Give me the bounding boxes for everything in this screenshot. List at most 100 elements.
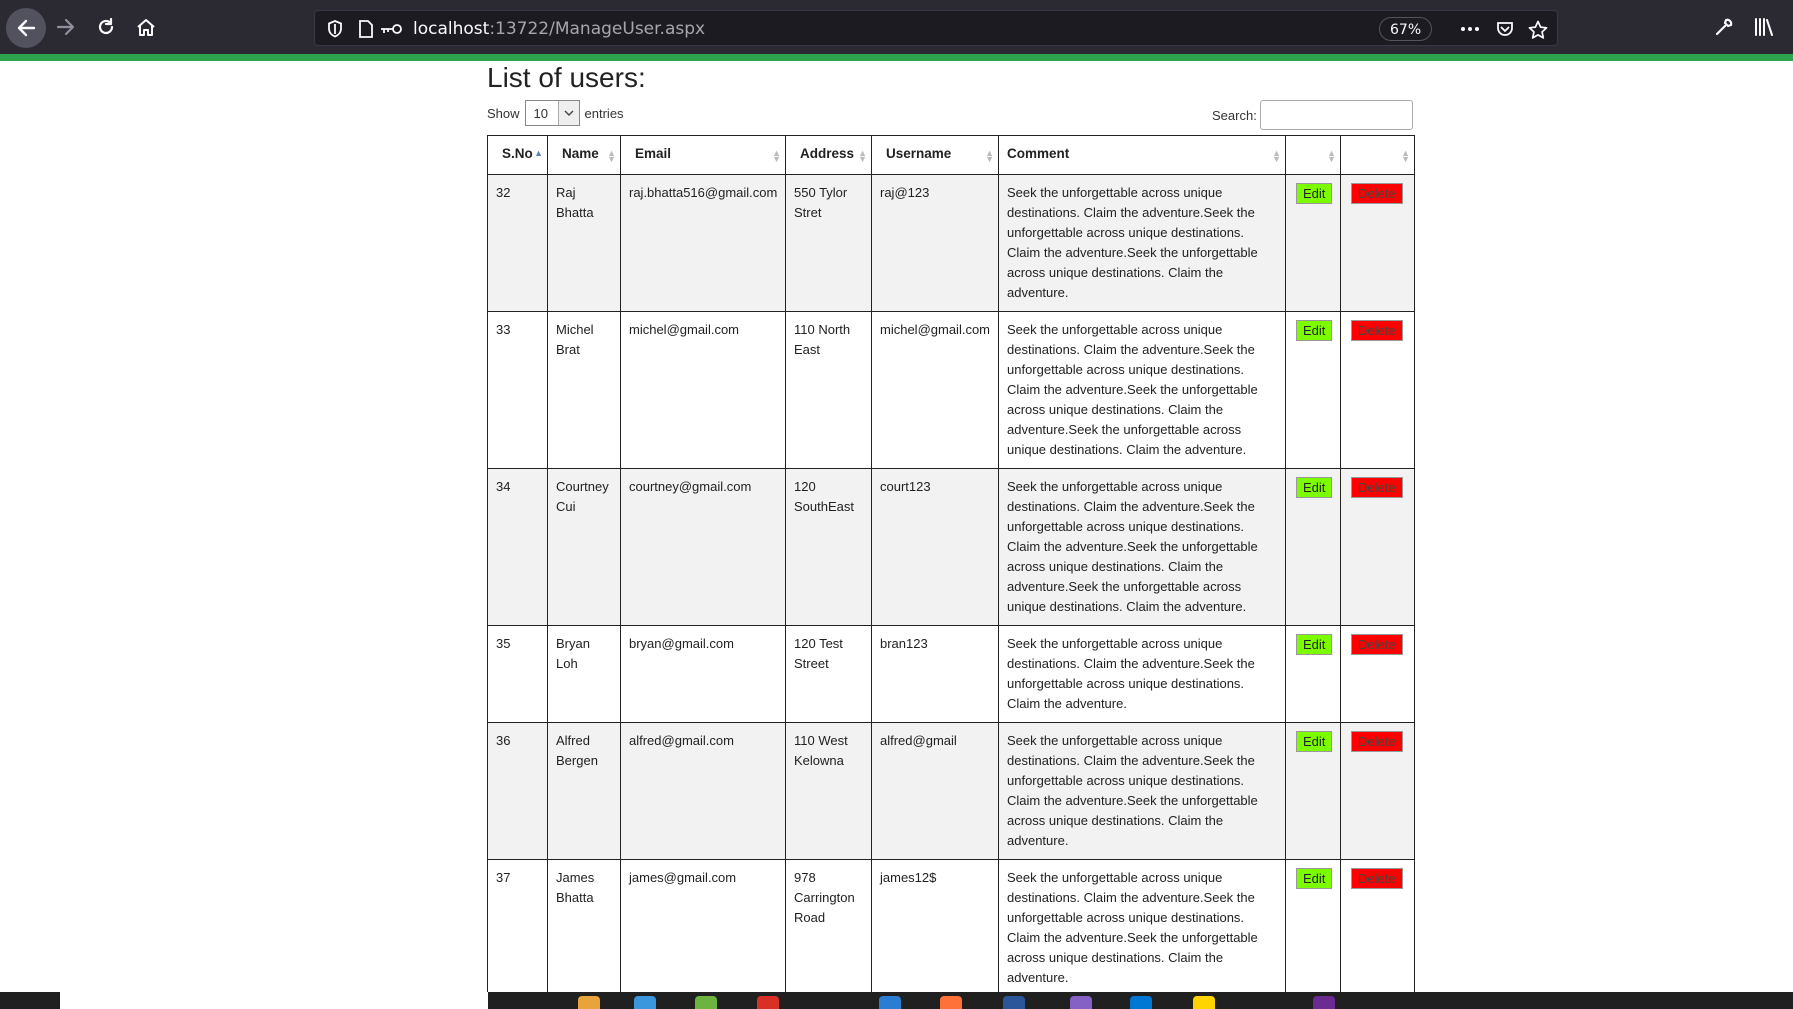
edit-button[interactable]: Edit (1296, 634, 1333, 655)
page-icon[interactable] (357, 19, 375, 39)
edit-button[interactable]: Edit (1296, 868, 1333, 889)
visual-studio-icon[interactable] (1070, 996, 1092, 1009)
reload-icon (98, 17, 114, 35)
edit-button[interactable]: Edit (1296, 731, 1333, 752)
os-taskbar (0, 992, 1793, 1009)
wrench-icon (1715, 18, 1733, 36)
cell-username: court123 (871, 468, 999, 626)
cell-edit: Edit (1285, 859, 1341, 997)
firefox-icon[interactable] (940, 996, 962, 1009)
forward-button[interactable] (48, 9, 84, 45)
edit-button[interactable]: Edit (1296, 320, 1333, 341)
more-icon[interactable] (1459, 21, 1481, 37)
delete-button[interactable]: Delete (1351, 183, 1403, 204)
table-row: 33 Michel Brat michel@gmail.com 110 Nort… (487, 311, 1415, 469)
edit-button[interactable]: Edit (1296, 477, 1333, 498)
length-label-after: entries (584, 105, 624, 121)
app-icon[interactable] (1130, 996, 1152, 1009)
file-explorer-icon[interactable] (578, 996, 600, 1009)
cell-email: james@gmail.com (620, 859, 786, 997)
search-input[interactable] (1259, 100, 1413, 130)
cell-comment: Seek the unforgettable across unique des… (998, 468, 1286, 626)
cell-sno: 37 (487, 859, 548, 997)
entries-select-value: 10 (533, 106, 548, 121)
column-header-name[interactable]: Name ▲ ▼ (547, 135, 621, 175)
cell-sno: 33 (487, 311, 548, 469)
delete-button[interactable]: Delete (1351, 320, 1403, 341)
entries-select[interactable]: 10 (524, 100, 580, 126)
app-icon[interactable] (634, 996, 656, 1009)
cell-email: bryan@gmail.com (620, 625, 786, 723)
cell-name: Alfred Bergen (547, 722, 621, 860)
delete-button[interactable]: Delete (1351, 868, 1403, 889)
column-header-address[interactable]: Address ▲ ▼ (785, 135, 872, 175)
cell-edit: Edit (1285, 625, 1341, 723)
url-text[interactable]: localhost:13722/ManageUser.aspx (413, 19, 705, 39)
address-bar[interactable]: localhost:13722/ManageUser.aspx 67% (314, 10, 1558, 46)
cell-name: Michel Brat (547, 311, 621, 469)
app-icon[interactable] (1313, 996, 1335, 1009)
table-row: 32 Raj Bhatta raj.bhatta516@gmail.com 55… (487, 174, 1415, 312)
column-header-edit[interactable]: ▲ ▼ (1285, 135, 1341, 175)
cell-name: James Bhatta (547, 859, 621, 997)
column-header-delete[interactable]: ▲ ▼ (1340, 135, 1415, 175)
reload-button[interactable] (88, 9, 124, 45)
cell-sno: 36 (487, 722, 548, 860)
shield-icon[interactable] (325, 19, 345, 39)
app-icon[interactable] (1193, 996, 1215, 1009)
cell-name: Bryan Loh (547, 625, 621, 723)
cell-comment: Seek the unforgettable across unique des… (998, 625, 1286, 723)
star-icon[interactable] (1527, 19, 1549, 41)
cell-address: 120 SouthEast (785, 468, 872, 626)
cell-edit: Edit (1285, 174, 1341, 312)
cell-name: Raj Bhatta (547, 174, 621, 312)
forward-icon (56, 18, 75, 36)
column-header-email[interactable]: Email ▲ ▼ (620, 135, 786, 175)
chevron-down-icon (557, 101, 579, 125)
zoom-badge[interactable]: 67% (1379, 17, 1433, 41)
column-header-comment[interactable]: Comment ▲ ▼ (998, 135, 1286, 175)
back-button[interactable] (6, 8, 46, 48)
tools-button[interactable] (1706, 9, 1742, 45)
delete-button[interactable]: Delete (1351, 477, 1403, 498)
cell-address: 550 Tylor Stret (785, 174, 872, 312)
home-icon (137, 19, 155, 36)
sort-icon: ▲ ▼ (1401, 148, 1410, 164)
home-button[interactable] (128, 9, 164, 45)
cell-address: 110 West Kelowna (785, 722, 872, 860)
column-header-username[interactable]: Username ▲ ▼ (871, 135, 999, 175)
delete-button[interactable]: Delete (1351, 731, 1403, 752)
app-icon[interactable] (1003, 996, 1025, 1009)
library-button[interactable] (1747, 9, 1783, 45)
back-icon (17, 19, 36, 37)
app-icon[interactable] (879, 996, 901, 1009)
column-header-sno[interactable]: S.No ▲ (487, 135, 548, 175)
app-icon[interactable] (695, 996, 717, 1009)
cell-delete: Delete (1340, 859, 1415, 997)
sort-ascending-icon: ▲ (534, 148, 543, 158)
cell-comment: Seek the unforgettable across unique des… (998, 722, 1286, 860)
delete-button[interactable]: Delete (1351, 634, 1403, 655)
cell-sno: 34 (487, 468, 548, 626)
table-row: 35 Bryan Loh bryan@gmail.com 120 Test St… (487, 625, 1415, 723)
users-table: S.No ▲ Name ▲ ▼ Email ▲ ▼ Address ▲ ▼ Username ▲… (487, 135, 1415, 997)
table-row: 36 Alfred Bergen alfred@gmail.com 110 We… (487, 722, 1415, 860)
url-path: :13722/ManageUser.aspx (489, 19, 706, 39)
search-label: Search: (1212, 107, 1257, 123)
length-label-before: Show (487, 105, 520, 121)
cell-edit: Edit (1285, 722, 1341, 860)
key-icon[interactable] (379, 21, 403, 37)
sort-icon: ▲ ▼ (858, 148, 867, 164)
cell-name: Courtney Cui (547, 468, 621, 626)
app-icon[interactable] (757, 996, 779, 1009)
taskbar-search-box[interactable] (60, 992, 488, 1009)
pocket-icon[interactable] (1495, 19, 1515, 39)
entries-length-control: Show 10 entries (487, 100, 624, 126)
cell-delete: Delete (1340, 722, 1415, 860)
sort-icon: ▲ ▼ (985, 148, 994, 164)
edit-button[interactable]: Edit (1296, 183, 1333, 204)
cell-username: raj@123 (871, 174, 999, 312)
cell-delete: Delete (1340, 625, 1415, 723)
table-header: S.No ▲ Name ▲ ▼ Email ▲ ▼ Address ▲ ▼ Username ▲… (487, 135, 1415, 175)
cell-email: michel@gmail.com (620, 311, 786, 469)
